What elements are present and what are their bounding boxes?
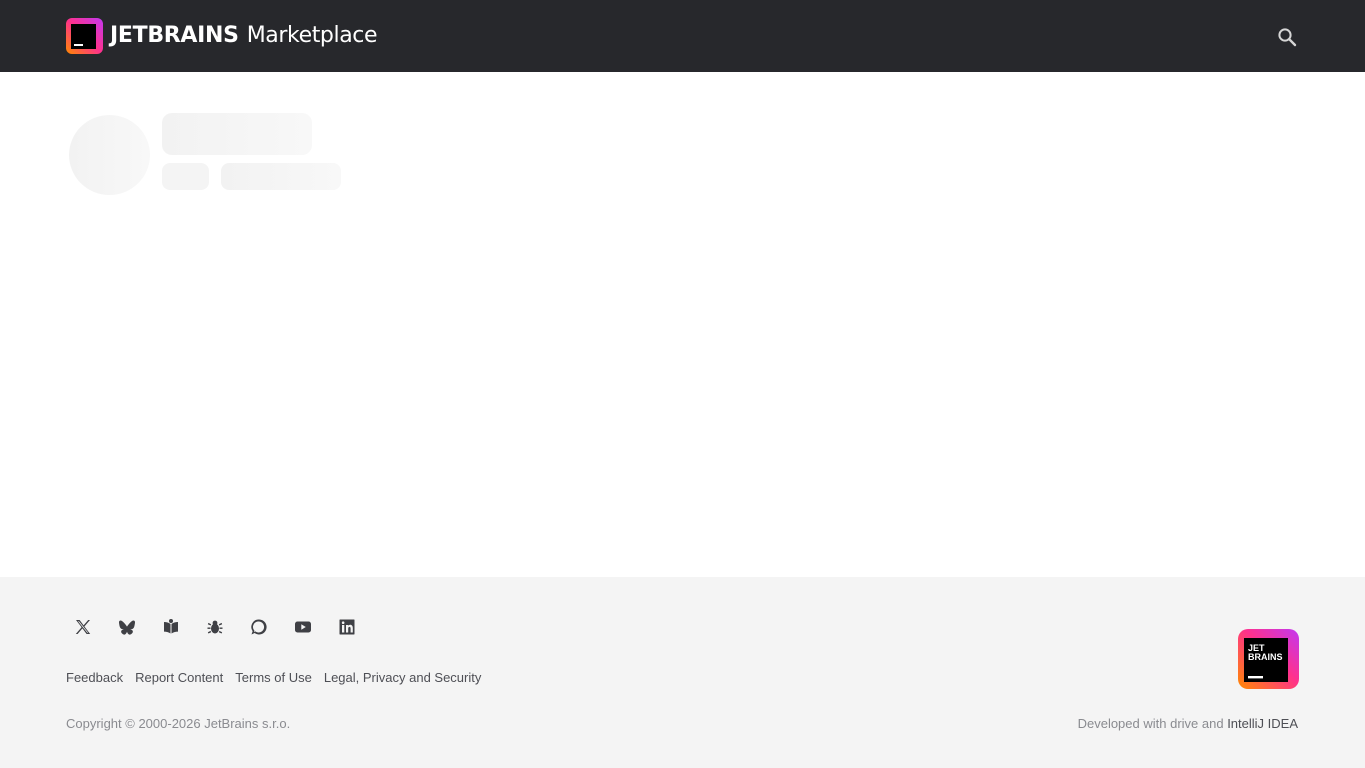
loading-subtitle-placeholder bbox=[221, 163, 341, 190]
jetbrains-footer-logo-icon[interactable]: JET BRAINS bbox=[1238, 629, 1299, 689]
developed-with-text: Developed with drive and IntelliJ IDEA bbox=[1078, 716, 1298, 732]
report-content-link[interactable]: Report Content bbox=[135, 670, 223, 686]
loading-avatar-placeholder bbox=[69, 115, 150, 195]
search-button[interactable] bbox=[1274, 24, 1300, 50]
footer-links: Feedback Report Content Terms of Use Leg… bbox=[66, 670, 493, 686]
chat-icon[interactable] bbox=[247, 615, 271, 639]
product-name: Marketplace bbox=[246, 23, 378, 48]
loading-tag-placeholder bbox=[162, 163, 209, 190]
x-icon[interactable] bbox=[71, 615, 95, 639]
bug-icon[interactable] bbox=[203, 615, 227, 639]
developed-prefix: Developed with drive and bbox=[1077, 716, 1228, 731]
social-links bbox=[71, 615, 379, 639]
terms-of-use-link[interactable]: Terms of Use bbox=[235, 670, 312, 686]
top-header: JETBRAINS Marketplace bbox=[0, 0, 1365, 72]
linkedin-icon[interactable] bbox=[335, 615, 359, 639]
bluesky-icon[interactable] bbox=[115, 615, 139, 639]
search-icon bbox=[1278, 28, 1297, 47]
legal-privacy-security-link[interactable]: Legal, Privacy and Security bbox=[324, 670, 482, 686]
feedback-link[interactable]: Feedback bbox=[66, 670, 123, 686]
loading-title-placeholder bbox=[162, 113, 312, 155]
footer: Feedback Report Content Terms of Use Leg… bbox=[0, 577, 1365, 768]
blog-icon[interactable] bbox=[159, 615, 183, 639]
marketplace-home-link[interactable]: JETBRAINS Marketplace bbox=[66, 18, 378, 54]
intellij-idea-link[interactable]: IntelliJ IDEA bbox=[1227, 716, 1298, 731]
copyright-text: Copyright © 2000-2026 JetBrains s.r.o. bbox=[66, 716, 291, 731]
brand-name: JETBRAINS bbox=[110, 23, 239, 48]
jetbrains-logo-icon bbox=[66, 18, 103, 54]
footer-logo-text-line2: BRAINS bbox=[1248, 652, 1283, 662]
youtube-icon[interactable] bbox=[291, 615, 315, 639]
